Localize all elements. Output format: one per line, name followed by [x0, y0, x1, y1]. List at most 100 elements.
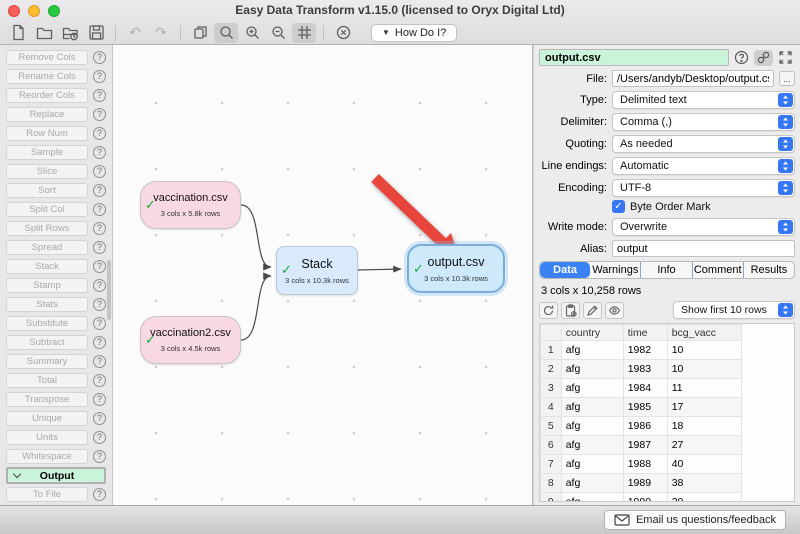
sidebar-scrollbar[interactable] [107, 260, 111, 320]
help-button[interactable] [732, 50, 751, 66]
tab-results[interactable]: Results [744, 262, 794, 278]
minimize-window-button[interactable] [28, 5, 40, 17]
toggle-grid-button[interactable] [292, 23, 316, 43]
help-icon[interactable]: ? [93, 127, 106, 140]
row-number[interactable]: 9 [541, 493, 562, 503]
edit-button[interactable] [583, 302, 602, 319]
cell[interactable]: afg [561, 493, 623, 503]
transform-button[interactable]: Reorder Cols [6, 88, 88, 103]
save-button[interactable] [84, 23, 108, 43]
help-icon[interactable]: ? [93, 412, 106, 425]
search-tool-button[interactable] [214, 23, 238, 43]
cell[interactable]: afg [561, 436, 623, 455]
expand-button[interactable] [776, 50, 795, 66]
open-recent-button[interactable] [58, 23, 82, 43]
redo-button[interactable]: ↷ [149, 23, 173, 43]
row-number[interactable]: 6 [541, 436, 562, 455]
tab-data[interactable]: Data [540, 262, 590, 278]
transform-button[interactable]: Transpose [6, 392, 88, 407]
help-icon[interactable]: ? [93, 317, 106, 330]
cell[interactable]: 17 [667, 398, 741, 417]
help-icon[interactable]: ? [93, 336, 106, 349]
write-mode-select[interactable]: Overwrite [612, 218, 795, 236]
help-icon[interactable]: ? [93, 184, 106, 197]
sidebar-section-output[interactable]: Output [6, 467, 106, 484]
file-path-input[interactable] [612, 70, 774, 87]
cell[interactable]: 1987 [623, 436, 667, 455]
transform-button[interactable]: Stack [6, 259, 88, 274]
copy-to-clipboard-button[interactable] [561, 302, 580, 319]
help-icon[interactable]: ? [93, 241, 106, 254]
flow-canvas[interactable]: ✓ vaccination.csv 3 cols x 5.8k rows ✓ v… [113, 45, 532, 505]
node-stack[interactable]: ✓ Stack 3 cols x 10.3k rows [276, 246, 358, 295]
refresh-button[interactable] [539, 302, 558, 319]
encoding-select[interactable]: UTF-8 [612, 179, 795, 197]
transform-button[interactable]: Row Num [6, 126, 88, 141]
node-vaccination-csv[interactable]: ✓ vaccination.csv 3 cols x 5.8k rows [140, 181, 241, 229]
cell[interactable]: 38 [667, 474, 741, 493]
transform-button[interactable]: Substitute [6, 316, 88, 331]
cell[interactable]: afg [561, 455, 623, 474]
transform-button[interactable]: Whitespace [6, 449, 88, 464]
help-icon[interactable]: ? [93, 222, 106, 235]
cell[interactable]: afg [561, 398, 623, 417]
transform-button[interactable]: Split Rows [6, 221, 88, 236]
close-window-button[interactable] [8, 5, 20, 17]
byte-order-mark-checkbox[interactable]: ✓ [612, 200, 625, 213]
help-icon[interactable]: ? [93, 393, 106, 406]
cell[interactable]: afg [561, 474, 623, 493]
transform-button[interactable]: Units [6, 430, 88, 445]
cell[interactable]: 30 [667, 493, 741, 503]
tab-comment[interactable]: Comment [693, 262, 744, 278]
duplicate-button[interactable] [188, 23, 212, 43]
help-icon[interactable]: ? [93, 260, 106, 273]
help-icon[interactable]: ? [93, 70, 106, 83]
help-icon[interactable]: ? [93, 279, 106, 292]
type-select[interactable]: Delimited text [612, 91, 795, 109]
transform-button[interactable]: To File [6, 487, 88, 502]
transform-button[interactable]: Rename Cols [6, 69, 88, 84]
help-icon[interactable]: ? [93, 89, 106, 102]
tab-warnings[interactable]: Warnings [590, 262, 641, 278]
help-icon[interactable]: ? [93, 374, 106, 387]
undo-button[interactable]: ↶ [123, 23, 147, 43]
delimiter-select[interactable]: Comma (,) [612, 113, 795, 131]
help-icon[interactable]: ? [93, 51, 106, 64]
row-number[interactable]: 3 [541, 379, 562, 398]
quoting-select[interactable]: As needed [612, 135, 795, 153]
transform-button[interactable]: Replace [6, 107, 88, 122]
zoom-window-button[interactable] [48, 5, 60, 17]
row-number[interactable]: 4 [541, 398, 562, 417]
zoom-out-button[interactable] [266, 23, 290, 43]
cell[interactable]: afg [561, 379, 623, 398]
cell[interactable]: afg [561, 360, 623, 379]
help-icon[interactable]: ? [93, 108, 106, 121]
email-feedback-button[interactable]: Email us questions/feedback [604, 510, 786, 530]
node-name-input[interactable] [539, 49, 729, 66]
cell[interactable]: 10 [667, 360, 741, 379]
transform-button[interactable]: Stamp [6, 278, 88, 293]
column-header[interactable]: time [623, 325, 667, 341]
cell[interactable]: 11 [667, 379, 741, 398]
help-icon[interactable]: ? [93, 450, 106, 463]
rows-filter-select[interactable]: Show first 10 rows [673, 301, 795, 319]
row-number[interactable]: 5 [541, 417, 562, 436]
transform-button[interactable]: Slice [6, 164, 88, 179]
alias-input[interactable] [612, 240, 795, 257]
browse-button[interactable]: ... [779, 71, 795, 86]
new-file-button[interactable] [6, 23, 30, 43]
cell[interactable]: 1989 [623, 474, 667, 493]
transform-button[interactable]: Unique [6, 411, 88, 426]
cell[interactable]: 1986 [623, 417, 667, 436]
column-header[interactable]: bcg_vacc [667, 325, 741, 341]
transform-button[interactable]: Sort [6, 183, 88, 198]
node-vaccination2-csv[interactable]: ✓ vaccination2.csv 3 cols x 4.5k rows [140, 316, 241, 364]
row-number[interactable]: 7 [541, 455, 562, 474]
transform-button[interactable]: Remove Cols [6, 50, 88, 65]
transform-button[interactable]: Subtract [6, 335, 88, 350]
cell[interactable]: 10 [667, 341, 741, 360]
transform-button[interactable]: Summary [6, 354, 88, 369]
cell[interactable]: 1983 [623, 360, 667, 379]
cell[interactable]: 40 [667, 455, 741, 474]
cell[interactable]: 18 [667, 417, 741, 436]
